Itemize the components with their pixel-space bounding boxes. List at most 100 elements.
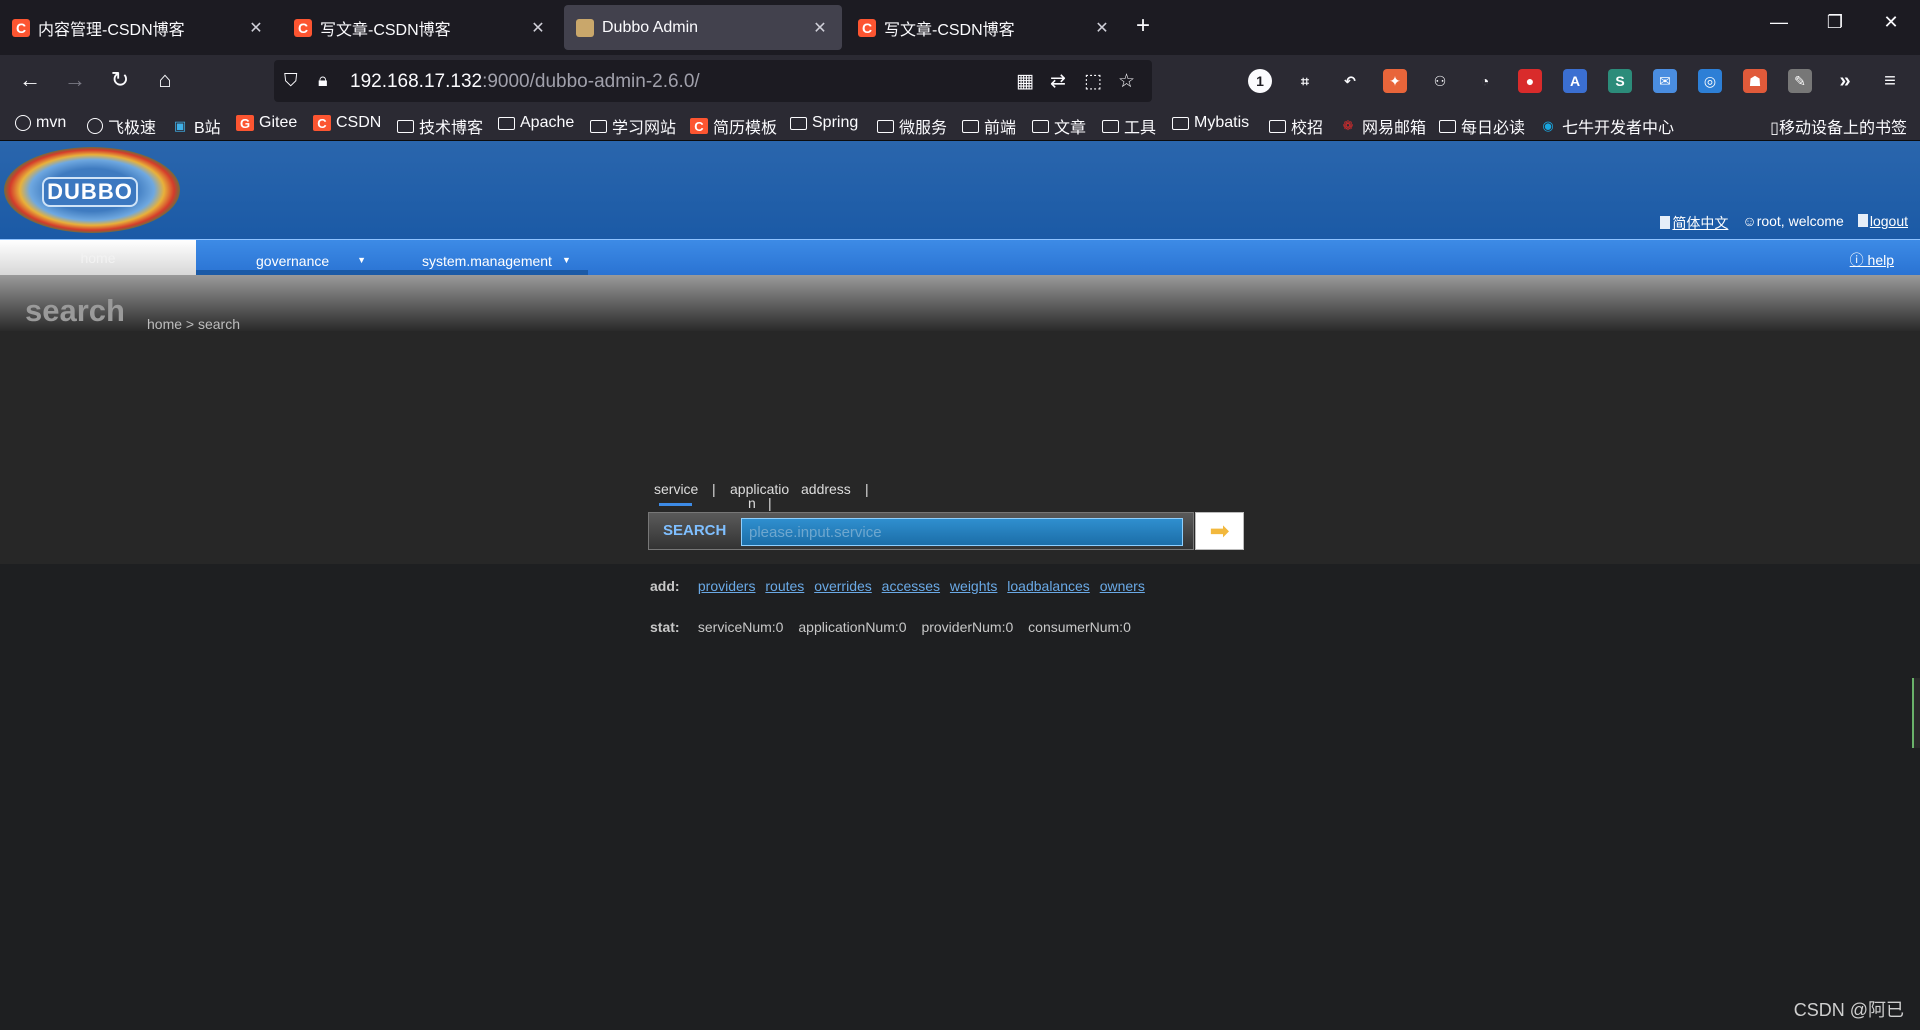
stat-row: stat: serviceNum:0 applicationNum:0 prov… xyxy=(650,619,1142,635)
bookmark-label: 微服务 xyxy=(899,120,948,137)
folder-icon xyxy=(1439,119,1456,133)
bookmark-label: 校招 xyxy=(1291,120,1324,137)
search-box: SEARCH xyxy=(648,512,1194,550)
overflow-icon[interactable]: » xyxy=(1833,69,1857,93)
search-submit-button[interactable]: ➡ xyxy=(1195,512,1244,550)
home-icon[interactable]: ⌂ xyxy=(150,67,180,93)
bookmark-item[interactable]: 飞极速 xyxy=(87,114,156,138)
bookmark-item[interactable]: ❁ 网易邮箱 xyxy=(1339,114,1426,138)
bookmark-folder[interactable]: 工具 xyxy=(1102,114,1156,138)
bookmark-folder[interactable]: 学习网站 xyxy=(590,114,676,138)
browser-tab-strip: C 内容管理-CSDN博客 ✕ C 写文章-CSDN博客 ✕ Dubbo Adm… xyxy=(0,0,1920,55)
fox-extension-icon[interactable]: ✦ xyxy=(1383,69,1407,93)
close-tab-icon[interactable]: ✕ xyxy=(528,18,548,38)
bookmark-item[interactable]: ◉ 七牛开发者中心 xyxy=(1539,114,1674,138)
cookie-icon[interactable]: ◔ xyxy=(1473,69,1497,93)
lock-icon[interactable]: 🔒︎ xyxy=(318,70,328,91)
tab-title: 写文章-CSDN博客 xyxy=(884,21,1015,39)
bookmark-label: 技术博客 xyxy=(419,120,484,137)
tab-address[interactable]: address xyxy=(801,481,851,497)
tab-title: Dubbo Admin xyxy=(602,18,699,36)
bookmark-folder[interactable]: Spring xyxy=(790,114,858,132)
document-icon xyxy=(1660,216,1671,229)
stat-service-num: serviceNum:0 xyxy=(697,619,784,635)
add-owners-link[interactable]: owners xyxy=(1100,578,1145,594)
new-tab-icon[interactable]: + xyxy=(1136,12,1150,40)
mobile-bookmarks[interactable]: ▯移动设备上的书签 xyxy=(1770,114,1907,138)
translate-extension-icon[interactable]: A xyxy=(1563,69,1587,93)
bookmark-item[interactable]: mvn xyxy=(15,114,66,132)
bookmark-folder[interactable]: Apache xyxy=(498,114,574,132)
add-accesses-link[interactable]: accesses xyxy=(882,578,940,594)
undo-icon[interactable]: ↶ xyxy=(1338,69,1362,93)
translate-icon[interactable]: ⇄ xyxy=(1050,70,1066,93)
note-extension-icon[interactable]: ✎ xyxy=(1788,69,1812,93)
add-routes-link[interactable]: routes xyxy=(765,578,804,594)
screenshot-icon[interactable]: ⬚ xyxy=(1084,70,1102,93)
browser-tab-active[interactable]: Dubbo Admin ✕ xyxy=(564,5,842,50)
tab-service[interactable]: service xyxy=(654,481,698,497)
url-host: 192.168.17.132 xyxy=(350,71,483,92)
add-overrides-link[interactable]: overrides xyxy=(814,578,872,594)
tab-title: 内容管理-CSDN博客 xyxy=(38,21,185,39)
folder-icon xyxy=(1032,119,1049,133)
help-link[interactable]: ⓘ help xyxy=(1850,250,1894,270)
bookmark-item[interactable]: C CSDN xyxy=(313,114,381,132)
bookmark-folder[interactable]: 每日必读 xyxy=(1439,114,1525,138)
bookmark-star-icon[interactable]: ☆ xyxy=(1118,70,1135,93)
minimize-icon[interactable]: — xyxy=(1764,12,1794,33)
tab-application[interactable]: applicatio xyxy=(730,481,789,497)
folder-icon xyxy=(1102,119,1119,133)
bookmark-label: 飞极速 xyxy=(108,120,157,137)
browser-tab[interactable]: C 写文章-CSDN博客 ✕ xyxy=(282,5,560,50)
search-extension-icon[interactable]: ◎ xyxy=(1698,69,1722,93)
add-label: add: xyxy=(650,578,680,594)
tab-application-wrap[interactable]: n xyxy=(748,495,756,511)
bookmark-item[interactable]: C 简历模板 xyxy=(690,114,777,138)
bookmark-folder[interactable]: 技术博客 xyxy=(397,114,483,138)
close-tab-icon[interactable]: ✕ xyxy=(1092,18,1112,38)
dubbo-favicon-icon xyxy=(576,18,594,37)
adblock-icon[interactable]: ● xyxy=(1518,69,1542,93)
restore-icon[interactable]: ❐ xyxy=(1820,12,1850,33)
close-tab-icon[interactable]: ✕ xyxy=(810,18,830,38)
menu-icon[interactable]: ≡ xyxy=(1878,69,1902,93)
add-loadbalances-link[interactable]: loadbalances xyxy=(1007,578,1090,594)
search-input[interactable] xyxy=(741,518,1183,546)
back-icon[interactable]: ← xyxy=(15,67,45,93)
scrollbar[interactable] xyxy=(1912,678,1920,748)
bookmark-folder[interactable]: 微服务 xyxy=(877,114,947,138)
bookmark-item[interactable]: G Gitee xyxy=(236,114,297,132)
add-weights-link[interactable]: weights xyxy=(950,578,997,594)
folder-icon xyxy=(962,119,979,133)
crop-icon[interactable]: ⌗ xyxy=(1293,69,1317,93)
user-extension-icon[interactable]: ☗ xyxy=(1743,69,1767,93)
tab-separator: | xyxy=(768,495,772,511)
extension-1-icon[interactable]: 1 xyxy=(1248,69,1272,93)
bookmark-item[interactable]: ▣ B站 xyxy=(171,114,221,138)
reload-icon[interactable]: ↻ xyxy=(105,67,135,93)
game-extension-icon[interactable]: ⚇ xyxy=(1428,69,1452,93)
bookmark-folder[interactable]: 前端 xyxy=(962,114,1016,138)
bookmark-folder[interactable]: Mybatis xyxy=(1172,114,1249,132)
qr-code-icon[interactable]: ▦ xyxy=(1016,70,1034,93)
bookmark-label: Apache xyxy=(520,114,575,131)
bookmark-folder[interactable]: 校招 xyxy=(1269,114,1323,138)
bookmark-label: 网易邮箱 xyxy=(1362,120,1427,137)
shield-icon[interactable]: ⛉ xyxy=(284,70,304,92)
add-providers-link[interactable]: providers xyxy=(698,578,756,594)
browser-tab[interactable]: C 写文章-CSDN博客 ✕ xyxy=(846,5,1124,50)
browser-tab[interactable]: C 内容管理-CSDN博客 ✕ xyxy=(0,5,278,50)
mail-extension-icon[interactable]: ✉ xyxy=(1653,69,1677,93)
address-bar[interactable]: ⛉ 🔒︎ 192.168.17.132:9000/dubbo-admin-2.6… xyxy=(274,60,1152,102)
bookmark-folder[interactable]: 文章 xyxy=(1032,114,1086,138)
s-extension-icon[interactable]: S xyxy=(1608,69,1632,93)
bookmark-label: B站 xyxy=(194,120,221,137)
language-link[interactable]: 简体中文 xyxy=(1660,213,1728,233)
close-tab-icon[interactable]: ✕ xyxy=(246,18,266,38)
forward-icon[interactable]: → xyxy=(60,67,90,93)
close-window-icon[interactable]: ✕ xyxy=(1876,12,1906,33)
logout-link[interactable]: logout xyxy=(1857,213,1908,233)
url-text[interactable]: 192.168.17.132:9000/dubbo-admin-2.6.0/ xyxy=(350,71,700,93)
menu-home[interactable]: home xyxy=(0,240,196,276)
